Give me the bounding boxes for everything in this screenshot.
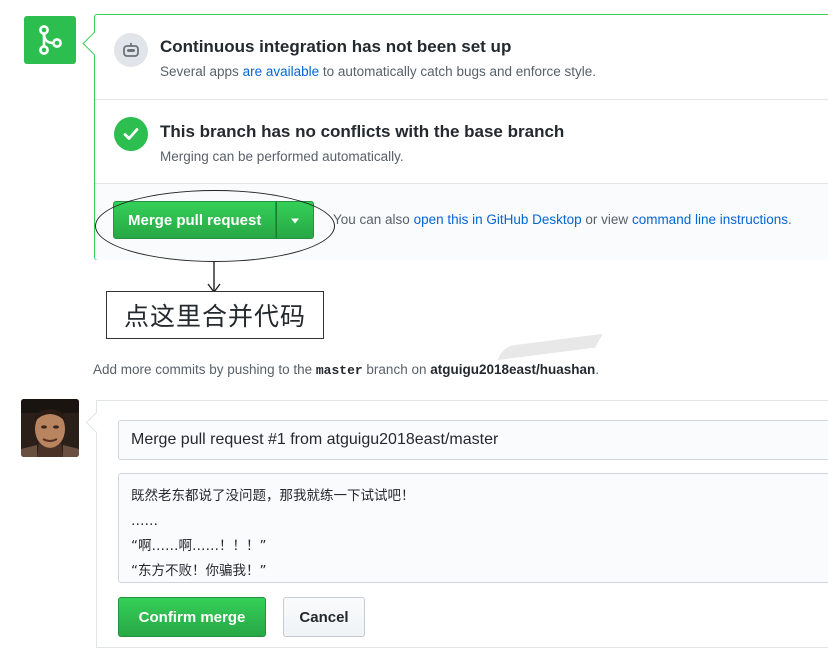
ci-status-suffix: to automatically catch bugs and enforce … [319, 64, 597, 79]
hint-prefix: Add more commits by pushing to the [93, 362, 316, 377]
command-line-instructions-link[interactable]: command line instructions [632, 212, 788, 227]
alt-text-prefix: You can also [333, 212, 414, 227]
annotation-ellipse [95, 190, 335, 262]
conflict-status-description: Merging can be performed automatically. [160, 149, 404, 164]
git-merge-icon [24, 16, 76, 64]
robot-icon [114, 33, 148, 67]
alt-text-middle: or view [581, 212, 632, 227]
apps-available-link[interactable]: are available [243, 64, 320, 79]
hint-suffix: . [595, 362, 600, 377]
repo-name: atguigu2018east/huashan [430, 362, 596, 377]
ci-status-title: Continuous integration has not been set … [160, 37, 512, 56]
alternative-merge-options: You can also open this in GitHub Desktop… [333, 212, 792, 227]
annotation-note: 点这里合并代码 [106, 291, 324, 339]
ci-status-row: Continuous integration has not been set … [95, 15, 828, 100]
cancel-button[interactable]: Cancel [283, 597, 365, 637]
commit-title-input[interactable]: Merge pull request #1 from atguigu2018ea… [118, 420, 828, 460]
push-commits-hint: Add more commits by pushing to the maste… [93, 362, 599, 378]
watermark-swoosh [497, 333, 603, 361]
conflict-status-row: This branch has no conflicts with the ba… [95, 100, 828, 184]
merge-commit-form: Merge pull request #1 from atguigu2018ea… [96, 400, 828, 648]
branch-name: master [315, 363, 363, 378]
ci-status-prefix: Several apps [160, 64, 243, 79]
ci-status-description: Several apps are available to automatica… [160, 64, 596, 79]
check-icon [114, 117, 148, 151]
hint-middle: branch on [362, 362, 431, 377]
commit-message-line: …… [131, 513, 158, 529]
commit-message-line: “东方不败！你骗我！” [131, 563, 267, 579]
alt-text-suffix: . [788, 212, 792, 227]
conflict-status-title: This branch has no conflicts with the ba… [160, 122, 565, 141]
confirm-merge-button[interactable]: Confirm merge [118, 597, 266, 637]
commit-message-textarea[interactable]: 既然老东都说了没问题，那我就练一下试试吧！ …… “啊……啊……！！！” “东方… [118, 473, 828, 583]
commit-message-line: 既然老东都说了没问题，那我就练一下试试吧！ [131, 488, 415, 504]
commit-message-line: “啊……啊……！！！” [131, 538, 267, 554]
avatar [21, 399, 79, 457]
github-desktop-link[interactable]: open this in GitHub Desktop [414, 212, 582, 227]
